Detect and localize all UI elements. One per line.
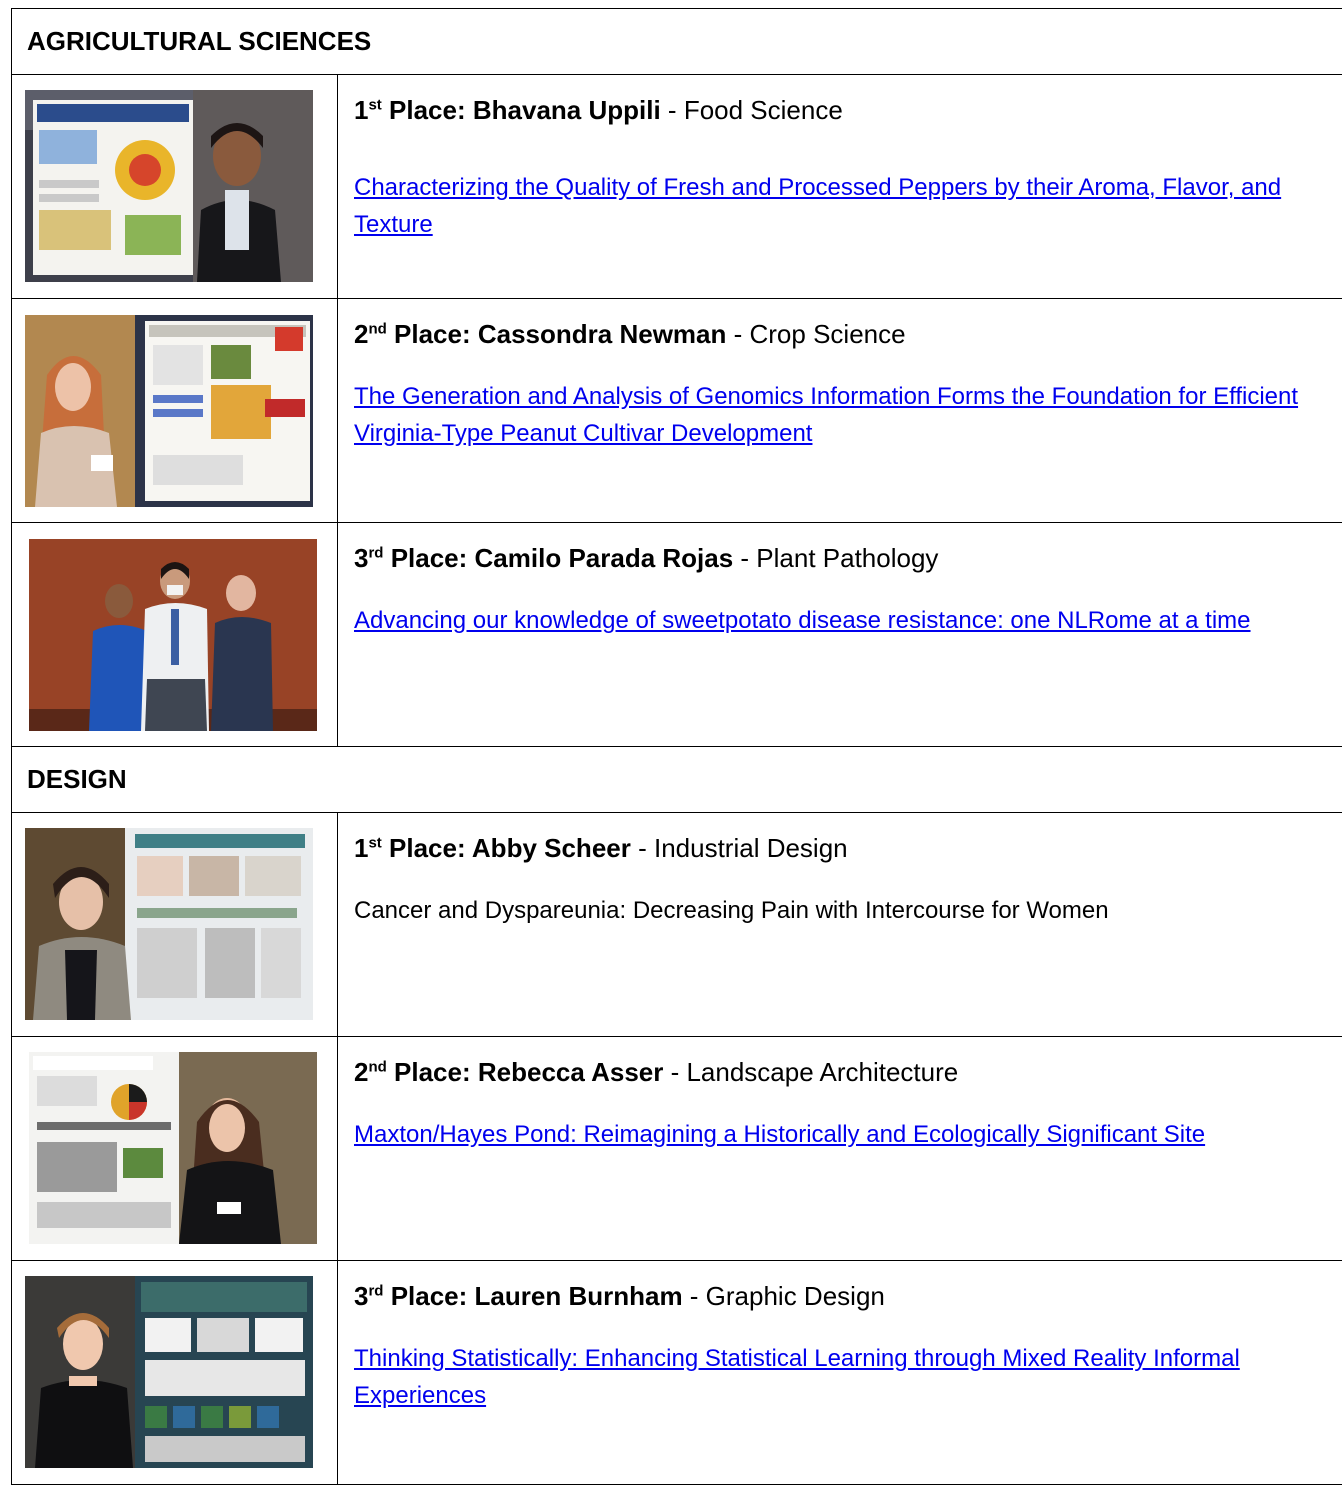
poster-presenter-photo-icon: [25, 828, 313, 1020]
place-ordinal: 2: [354, 1057, 369, 1087]
presenter-photo: [25, 828, 313, 1020]
section-heading: AGRICULTURAL SCIENCES: [11, 8, 1342, 75]
presenter-photo: [25, 315, 313, 507]
poster-presenter-photo-icon: [25, 90, 313, 282]
section-header-row: AGRICULTURAL SCIENCES: [11, 8, 1342, 75]
department: Crop Science: [749, 319, 906, 349]
place-ordinal: 3: [354, 543, 369, 573]
department: Industrial Design: [653, 833, 848, 863]
place-ordinal: 3: [354, 1281, 369, 1311]
place-label: Place:: [383, 543, 475, 573]
award-info: 2nd Place: Rebecca Asser - Landscape Arc…: [337, 1036, 1342, 1261]
place-label: Place:: [386, 1057, 478, 1087]
ordinal-suffix: nd: [368, 1058, 387, 1076]
presenter-photo: [25, 90, 313, 282]
place-ordinal: 2: [354, 319, 369, 349]
place-ordinal: 1: [354, 95, 369, 125]
project-title-link[interactable]: The Generation and Analysis of Genomics …: [354, 378, 1342, 452]
winner-name: Abby Scheer: [471, 833, 631, 863]
award-row: 3rd Place: Lauren Burnham - Graphic Desi…: [11, 1260, 1342, 1485]
ordinal-suffix: rd: [368, 1282, 384, 1300]
separator: -: [726, 319, 750, 349]
section-heading: DESIGN: [11, 746, 1342, 813]
project-title-link[interactable]: Advancing our knowledge of sweetpotato d…: [354, 602, 1342, 639]
place-line: 2nd Place: Cassondra Newman - Crop Scien…: [354, 318, 1342, 350]
place-ordinal: 1: [354, 833, 369, 863]
department: Graphic Design: [705, 1281, 885, 1311]
place-label: Place:: [383, 1281, 475, 1311]
photo-cell: [11, 812, 338, 1037]
ordinal-suffix: st: [368, 834, 382, 852]
award-row: 1st Place: Abby Scheer - Industrial Desi…: [11, 812, 1342, 1037]
place-label: Place:: [386, 319, 478, 349]
poster-presenter-photo-icon: [25, 315, 313, 507]
separator: -: [660, 95, 684, 125]
separator: -: [663, 1057, 687, 1087]
winner-name: Bhavana Uppili: [472, 95, 661, 125]
award-row: 2nd Place: Cassondra Newman - Crop Scien…: [11, 298, 1342, 523]
department: Landscape Architecture: [686, 1057, 959, 1087]
award-info: 1st Place: Abby Scheer - Industrial Desi…: [337, 812, 1342, 1037]
department: Food Science: [683, 95, 843, 125]
photo-cell: [11, 522, 338, 747]
photo-cell: [11, 1036, 338, 1261]
awards-table: AGRICULTURAL SCIENCES 1st Place: Bhavana…: [11, 8, 1342, 1485]
award-info: 2nd Place: Cassondra Newman - Crop Scien…: [337, 298, 1342, 523]
winner-name: Rebecca Asser: [477, 1057, 664, 1087]
project-title-link[interactable]: Maxton/Hayes Pond: Reimagining a Histori…: [354, 1116, 1342, 1153]
presenter-photo: [29, 539, 317, 731]
place-label: Place:: [381, 833, 472, 863]
department: Plant Pathology: [756, 543, 939, 573]
place-line: 3rd Place: Lauren Burnham - Graphic Desi…: [354, 1280, 1342, 1312]
separator: -: [682, 1281, 706, 1311]
separator: -: [733, 543, 757, 573]
award-info: 3rd Place: Lauren Burnham - Graphic Desi…: [337, 1260, 1342, 1485]
photo-cell: [11, 74, 338, 299]
separator: -: [630, 833, 654, 863]
place-line: 1st Place: Abby Scheer - Industrial Desi…: [354, 832, 1342, 864]
group-photo-icon: [29, 539, 317, 731]
poster-presenter-photo-icon: [25, 1276, 313, 1468]
ordinal-suffix: rd: [368, 544, 384, 562]
winner-name: Lauren Burnham: [474, 1281, 683, 1311]
award-row: 2nd Place: Rebecca Asser - Landscape Arc…: [11, 1036, 1342, 1261]
winner-name: Cassondra Newman: [477, 319, 727, 349]
photo-cell: [11, 1260, 338, 1485]
section-header-row: DESIGN: [11, 746, 1342, 813]
award-info: 1st Place: Bhavana Uppili - Food Science…: [337, 74, 1342, 299]
project-title-link[interactable]: Thinking Statistically: Enhancing Statis…: [354, 1340, 1342, 1414]
place-line: 3rd Place: Camilo Parada Rojas - Plant P…: [354, 542, 1342, 574]
place-line: 2nd Place: Rebecca Asser - Landscape Arc…: [354, 1056, 1342, 1088]
project-title: Cancer and Dyspareunia: Decreasing Pain …: [354, 897, 1109, 924]
place-line: 1st Place: Bhavana Uppili - Food Science: [354, 94, 1342, 126]
award-row: 3rd Place: Camilo Parada Rojas - Plant P…: [11, 522, 1342, 747]
ordinal-suffix: nd: [368, 320, 387, 338]
photo-cell: [11, 298, 338, 523]
award-info: 3rd Place: Camilo Parada Rojas - Plant P…: [337, 522, 1342, 747]
place-label: Place:: [381, 95, 473, 125]
winner-name: Camilo Parada Rojas: [474, 543, 734, 573]
project-title-link[interactable]: Characterizing the Quality of Fresh and …: [354, 169, 1342, 243]
ordinal-suffix: st: [368, 96, 382, 114]
presenter-photo: [25, 1276, 313, 1468]
award-row: 1st Place: Bhavana Uppili - Food Science…: [11, 74, 1342, 299]
poster-presenter-photo-icon: [29, 1052, 317, 1244]
presenter-photo: [29, 1052, 317, 1244]
